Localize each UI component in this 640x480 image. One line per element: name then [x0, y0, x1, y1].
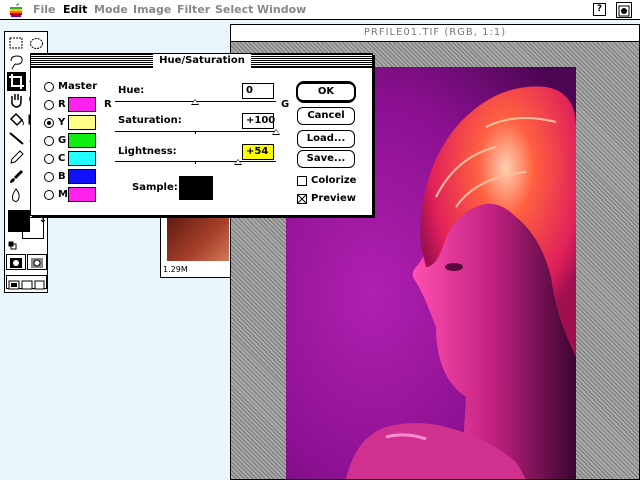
hand-tool-icon[interactable] — [7, 91, 26, 110]
load-button[interactable]: Load... — [297, 130, 355, 148]
paintbrush-tool-icon[interactable] — [7, 167, 26, 186]
sample-color-swatch — [179, 176, 213, 200]
colorize-label: Colorize — [311, 175, 357, 186]
radio-c-label: C — [58, 153, 66, 164]
document-title-bar[interactable]: PRFILE01.TIF (RGB, 1:1) — [231, 25, 639, 42]
lasso-tool-icon[interactable] — [7, 53, 26, 72]
dialog-title: Hue/Saturation — [153, 54, 251, 68]
colorize-checkbox[interactable] — [297, 176, 307, 186]
menu-file[interactable]: File — [33, 3, 56, 17]
help-icon[interactable]: ? — [593, 3, 606, 16]
preview-label: Preview — [311, 193, 357, 204]
radio-g-label: G — [58, 135, 67, 146]
default-colors-icon[interactable] — [8, 235, 17, 250]
background-document-window[interactable]: 1.29M — [160, 210, 232, 278]
standard-mode-icon[interactable] — [6, 254, 26, 270]
swatch-r — [68, 97, 96, 112]
saturation-slider-tick — [195, 131, 196, 134]
swatch-g — [68, 133, 96, 148]
swatch-b — [68, 169, 96, 184]
application-menu-icon[interactable] — [616, 2, 632, 18]
apple-menu-icon[interactable] — [8, 2, 24, 18]
swatch-c — [68, 151, 96, 166]
quick-mask-mode-icon[interactable] — [27, 254, 47, 270]
lightness-field[interactable]: +54 — [242, 144, 274, 160]
radio-master-label: Master — [58, 81, 98, 92]
saturation-slider-thumb[interactable] — [272, 129, 280, 135]
hue-slider-thumb[interactable] — [191, 99, 199, 105]
marquee-ellipse-tool-icon[interactable] — [27, 34, 46, 53]
menu-image[interactable]: Image — [133, 3, 171, 17]
screen-modes — [6, 275, 47, 290]
radio-m[interactable] — [44, 190, 54, 200]
menu-bar: File Edit Mode Image Filter Select Windo… — [0, 0, 640, 20]
swatch-y — [68, 115, 96, 130]
lightness-slider-thumb[interactable] — [234, 159, 242, 165]
saturation-field[interactable]: +100 — [242, 113, 275, 129]
radio-m-label: M — [58, 189, 68, 200]
sample-label: Sample: — [132, 182, 178, 193]
lightness-slider-tick — [195, 161, 196, 164]
background-document-image — [167, 215, 229, 261]
radio-r[interactable] — [44, 100, 54, 110]
dialog-title-bar[interactable]: Hue/Saturation — [31, 54, 372, 68]
menu-window[interactable]: Window — [257, 3, 306, 17]
document-size-readout: 1.29M — [163, 265, 188, 274]
smudge-tool-icon[interactable] — [7, 186, 26, 205]
menu-mode[interactable]: Mode — [94, 3, 128, 17]
hue-right-end-label: G — [281, 99, 290, 110]
saturation-label: Saturation: — [118, 115, 182, 126]
radio-b[interactable] — [44, 172, 54, 182]
marquee-rect-tool-icon[interactable] — [7, 34, 26, 53]
radio-b-label: B — [58, 171, 66, 182]
radio-g[interactable] — [44, 136, 54, 146]
radio-r-label: R — [58, 99, 66, 110]
swatch-m — [68, 187, 96, 202]
radio-master[interactable] — [44, 82, 54, 92]
paint-bucket-tool-icon[interactable] — [7, 110, 26, 129]
menu-filter[interactable]: Filter — [177, 3, 210, 17]
radio-c[interactable] — [44, 154, 54, 164]
ok-button[interactable]: OK — [297, 83, 355, 101]
crop-tool-icon[interactable] — [7, 72, 26, 91]
hue-left-end-label: R — [104, 99, 112, 110]
pencil-tool-icon[interactable] — [7, 148, 26, 167]
preview-checkbox[interactable] — [297, 194, 307, 204]
radio-y-label: Y — [58, 117, 66, 128]
foreground-color-swatch[interactable] — [8, 210, 30, 232]
menu-edit[interactable]: Edit — [63, 3, 87, 17]
radio-y[interactable] — [44, 118, 54, 128]
cancel-button[interactable]: Cancel — [297, 107, 355, 125]
hue-saturation-dialog: Hue/Saturation Master R Y G C B M Hue: 0… — [30, 53, 373, 216]
hue-field[interactable]: 0 — [242, 83, 274, 99]
menu-select[interactable]: Select — [215, 3, 253, 17]
lightness-label: Lightness: — [118, 146, 177, 157]
document-title: PRFILE01.TIF (RGB, 1:1) — [363, 27, 507, 38]
hue-label: Hue: — [118, 85, 145, 96]
save-button[interactable]: Save... — [297, 150, 355, 168]
line-tool-icon[interactable] — [7, 129, 26, 148]
